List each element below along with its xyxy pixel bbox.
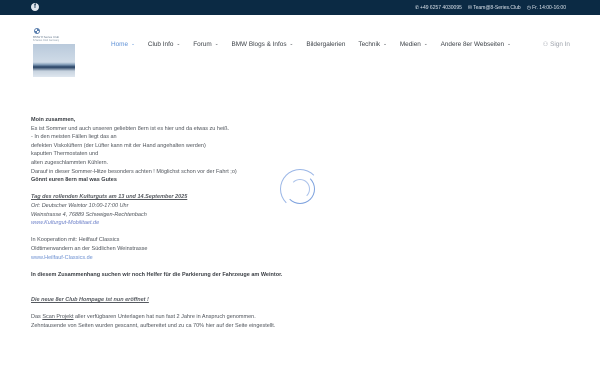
user-icon: ⚇ — [542, 41, 549, 48]
envelope-icon: ✉ — [467, 4, 473, 11]
scan-line-1: Das Scan Projekt aller verfügbaren Unter… — [31, 313, 511, 322]
nav-item-club-info[interactable]: Club Info ⌄ — [148, 41, 180, 48]
scan-suffix: aller verfügbaren Unterlagen hat nun fas… — [73, 314, 256, 321]
text-line: Darauf in dieser Sommer-Hitze besonders … — [31, 168, 237, 175]
spinner-ring-inner — [290, 179, 310, 199]
main-nav: Home ⌄ Club Info ⌄ Forum ⌄ BMW Blogs & Info… — [111, 38, 524, 50]
greeting: Moin zusammen, — [31, 117, 76, 123]
nav-item-bmw-blogs[interactable]: BMW Blogs & Infos ⌄ — [231, 41, 293, 48]
facebook-icon[interactable]: f — [31, 3, 39, 11]
nav-item-label: BMW Blogs & Infos — [231, 40, 287, 48]
homepage-title: Die neue 8er Club Hompage ist nun eröffn… — [31, 297, 149, 304]
phone-contact[interactable]: ✆+49 6257 4030095 — [415, 5, 462, 11]
loading-spinner-icon — [280, 169, 320, 209]
text-line: kaputten Thermostaten und — [31, 151, 99, 158]
hours-text: Fr. 14:00-16:00 — [532, 4, 566, 11]
nav-item-label: Club Info — [147, 40, 174, 48]
logo-car-image — [33, 44, 75, 77]
nav-item-label: Forum — [193, 40, 212, 48]
chevron-down-icon: ⌄ — [383, 41, 387, 46]
text-line: - In den meisten Fällen liegt das an — [31, 134, 117, 141]
site-logo[interactable]: BMW 8 Series Club 8-Series Club Germany — [31, 28, 77, 80]
nav-item-home[interactable]: Home ⌄ — [111, 41, 135, 48]
phone-text: +49 6257 4030095 — [420, 4, 462, 11]
contact-info: ✆+49 6257 4030095 ✉Team@8-Series.Club ◷F… — [415, 0, 566, 15]
email-text: Team@8-Series.Club — [473, 4, 521, 11]
bold-line: Gönnt euren 8ern mal was Gutes — [31, 177, 117, 184]
scan-project-link[interactable]: Scan Projekt — [42, 314, 73, 320]
nav-item-technik[interactable]: Technik ⌄ — [358, 41, 386, 48]
nav-item-label: Medien — [399, 40, 421, 48]
nav-item-andere-webseiten[interactable]: Andere 8er Webseiten ⌄ — [441, 41, 511, 48]
nav-item-label: Home — [111, 40, 129, 48]
nav-item-bildergalerien[interactable]: Bildergalerien — [306, 41, 345, 48]
text-line: Es ist Sommer und auch unseren geliebten… — [31, 125, 230, 132]
nav-item-label: Bildergalerien — [306, 40, 346, 48]
logo-subtitle: 8-Series Club Germany — [33, 39, 60, 42]
nav-item-forum[interactable]: Forum ⌄ — [193, 41, 218, 48]
nav-item-label: Technik — [358, 40, 381, 48]
nav-item-label: Andere 8er Webseiten — [440, 40, 505, 48]
clock-icon: ◷ — [526, 4, 532, 11]
text-line: defekten Viskolüftern (der Lüfter kann m… — [31, 142, 206, 149]
chevron-down-icon: ⌄ — [131, 41, 135, 46]
chevron-down-icon: ⌄ — [289, 41, 294, 46]
chevron-down-icon: ⌄ — [214, 41, 219, 46]
event-title: Tag des rollenden Kulturguts am 13 und 1… — [31, 194, 188, 201]
top-bar: f ✆+49 6257 4030095 ✉Team@8-Series.Club … — [0, 0, 600, 15]
chevron-down-icon: ⌄ — [507, 41, 511, 46]
bmw-roundel-icon — [34, 28, 40, 34]
scan-line-2: Zehntausende von Seiten wurden gescannt,… — [31, 323, 276, 330]
coop-link[interactable]: www.Heilfauf-Classics.de — [31, 254, 511, 263]
nav-item-medien[interactable]: Medien ⌄ — [400, 41, 428, 48]
phone-icon: ✆ — [414, 4, 420, 11]
email-contact[interactable]: ✉Team@8-Series.Club — [468, 5, 521, 11]
event-link[interactable]: www.Kulturgut-Mobilitaet.de — [31, 219, 511, 228]
event-address: Weinstrasse 4, 76889 Schweigen-Rechtenba… — [31, 211, 147, 218]
coop-line-1: In Kooperation mit: Heilfauf Classics — [31, 237, 120, 244]
sign-in-link[interactable]: ⚇ Sign In — [543, 38, 570, 50]
scan-prefix: Das — [31, 314, 43, 321]
main-content: Moin zusammen, Es ist Sommer und auch un… — [31, 116, 511, 331]
coop-line-2: Oldtimerwandern an der Südlichen Weinstr… — [31, 245, 148, 252]
helpers-notice: In diesem Zusammenhang suchen wir noch H… — [31, 271, 283, 278]
event-place: Ort: Deutscher Weintor 10:00-17:00 Uhr — [31, 202, 129, 209]
chevron-down-icon: ⌄ — [176, 41, 181, 46]
hours-contact: ◷Fr. 14:00-16:00 — [527, 5, 566, 11]
sign-in-label: Sign In — [550, 40, 570, 48]
chevron-down-icon: ⌄ — [423, 41, 428, 46]
text-line: alten zugeschlammten Kühlern. — [31, 159, 109, 166]
